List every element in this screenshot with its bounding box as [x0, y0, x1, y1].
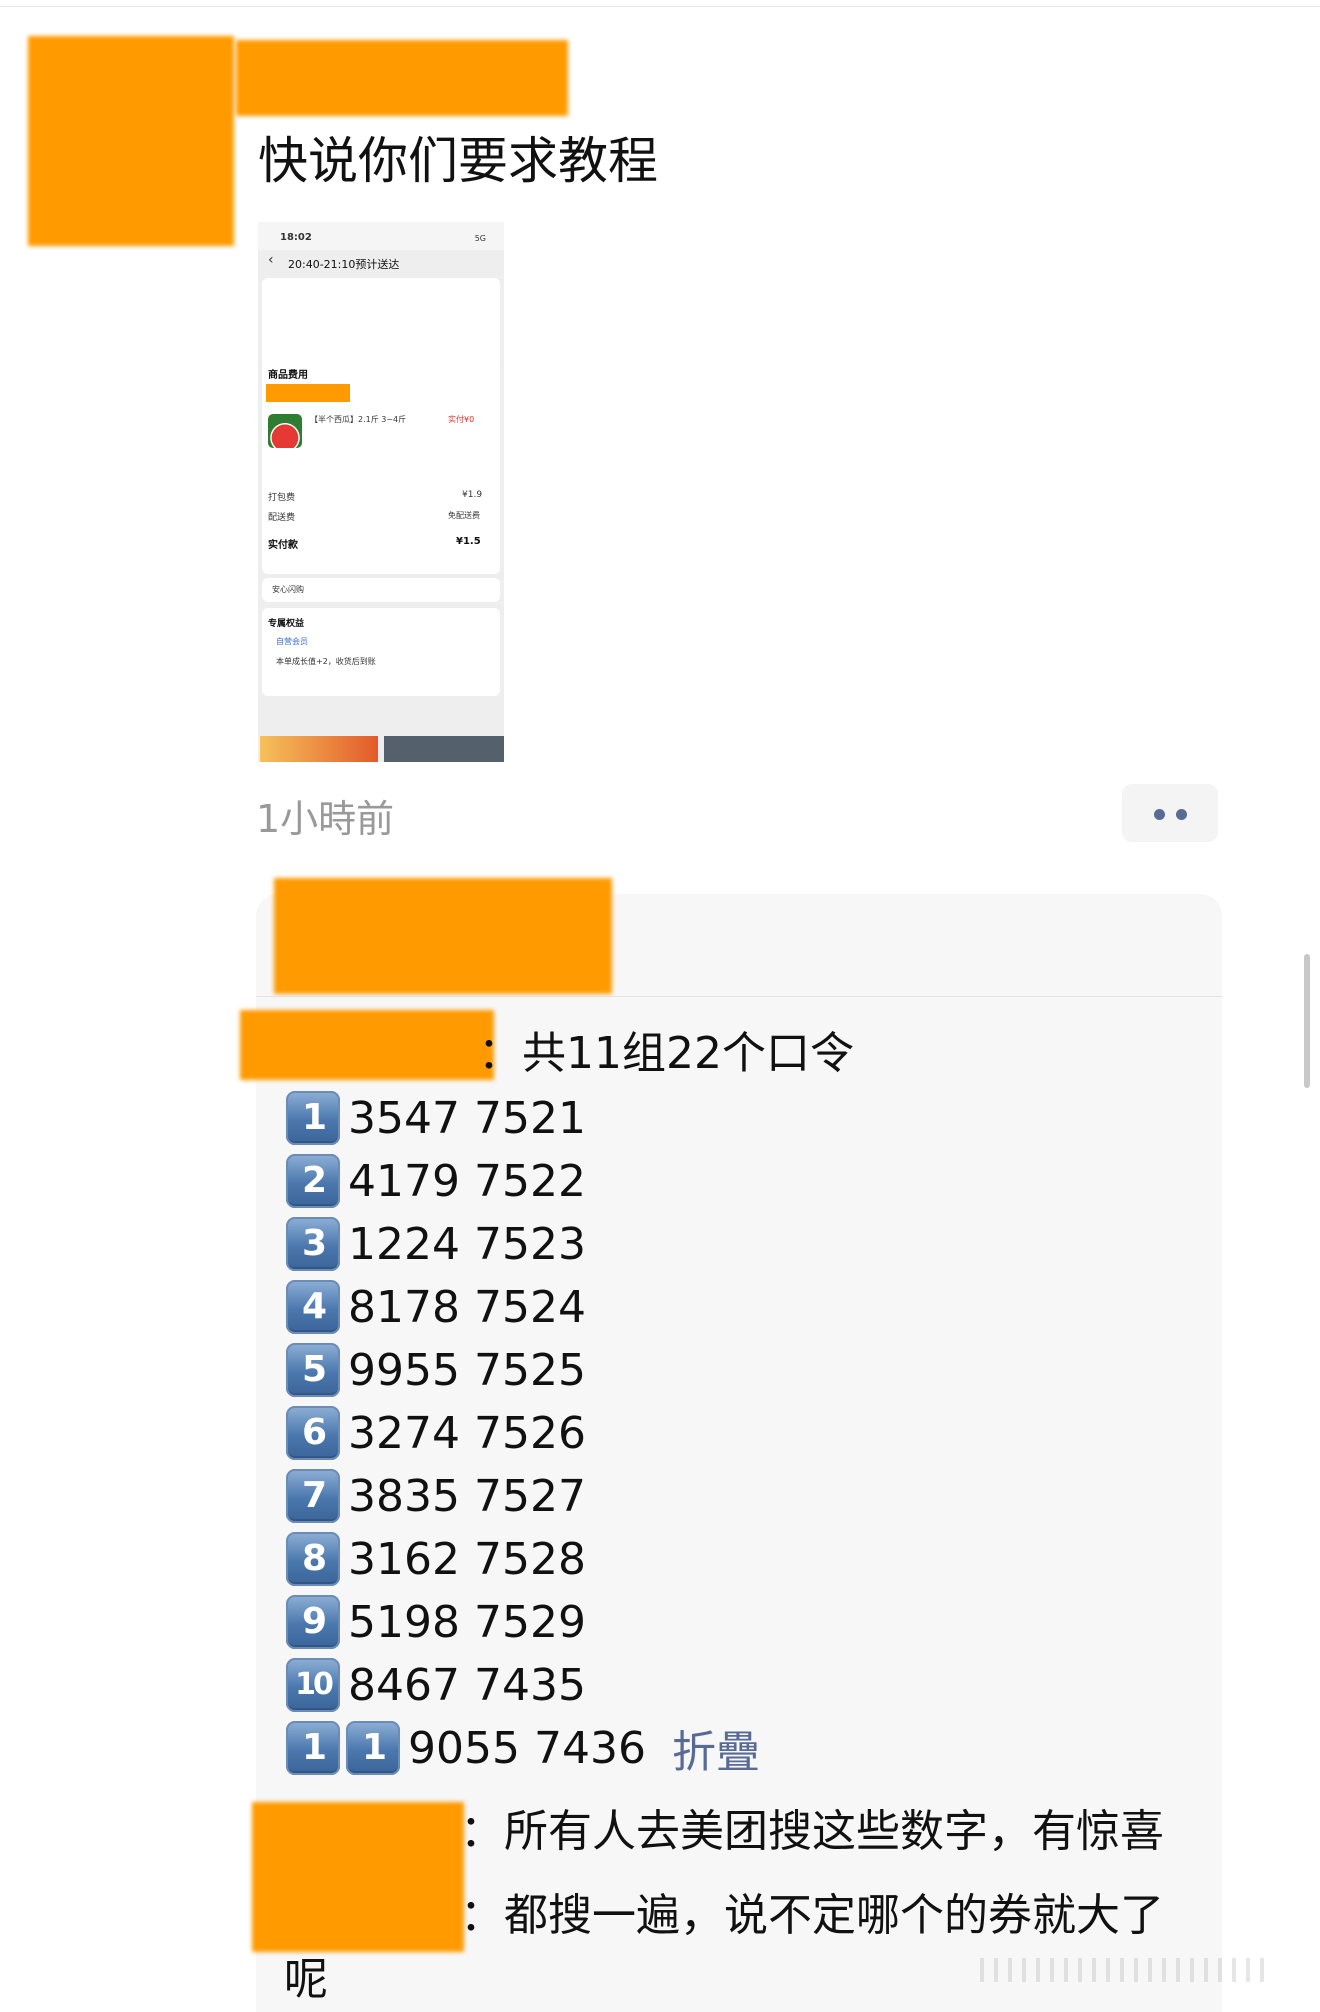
code-row: 4 8178 7524 [286, 1278, 586, 1336]
number-keycap-icon: 6 [286, 1406, 340, 1460]
benefit-member: 自营会员 [276, 637, 308, 646]
code-number[interactable]: 3547 7521 [348, 1093, 586, 1144]
code-number[interactable]: 8467 7435 [348, 1660, 586, 1711]
item-qty: 实付¥0 [448, 415, 475, 424]
packing-fee: ¥1.9 [462, 490, 483, 500]
code-row: 5 9955 7525 [286, 1341, 586, 1399]
paid-value: ¥1.5 [456, 536, 481, 547]
recipient-label: 商品费用 [268, 370, 308, 381]
number-keycap-icon: 5 [286, 1343, 340, 1397]
number-keycap-icon: 1 [346, 1721, 400, 1775]
delivery-fee: 免配送费 [448, 511, 480, 520]
number-keycap-icon: 8 [286, 1532, 340, 1586]
number-keycap-icon: 10 [286, 1658, 340, 1712]
more-dot-icon [1154, 809, 1165, 820]
comment-divider [256, 996, 1222, 997]
code-row: 6 3274 7526 [286, 1404, 586, 1462]
code-number[interactable]: 3274 7526 [348, 1408, 586, 1459]
safe-label: 安心闪购 [272, 585, 304, 594]
avatar-redaction [28, 36, 234, 246]
packing-fee-label: 打包费 [268, 493, 296, 503]
delivery-fee-label: 配送费 [268, 513, 296, 523]
commenter-redaction [240, 1010, 494, 1080]
code-number[interactable]: 9055 7436 [408, 1723, 646, 1774]
code-row: 9 5198 7529 [286, 1593, 586, 1651]
delivery-window: 20:40-21:10预计送达 [288, 258, 400, 271]
benefit-text: 本单成长值+2，收货后到账 [276, 657, 376, 666]
comment-intro: ：共11组22个口令 [478, 1028, 854, 1079]
code-number[interactable]: 1224 7523 [348, 1219, 586, 1270]
number-keycap-icon: 9 [286, 1595, 340, 1649]
status-time: 18:02 [280, 232, 312, 243]
code-number[interactable]: 8178 7524 [348, 1282, 586, 1333]
scrollbar[interactable] [1304, 954, 1310, 1088]
comment-line-2: ：都搜一遍，说不定哪个的券就大了 [460, 1890, 1164, 1941]
number-keycap-icon: 2 [286, 1154, 340, 1208]
likes-redaction [274, 878, 612, 994]
code-row: 7 3835 7527 [286, 1467, 586, 1525]
code-row: 1 3547 7521 [286, 1089, 586, 1147]
top-divider [0, 6, 1320, 7]
number-keycap-icon: 1 [286, 1091, 340, 1145]
status-signal: 5G [474, 234, 486, 243]
promo-banner-left [260, 736, 378, 762]
code-row: 8 3162 7528 [286, 1530, 586, 1588]
number-keycap-icon: 1 [286, 1721, 340, 1775]
comment-line-1: ：所有人去美团搜这些数字，有惊喜 [460, 1806, 1164, 1857]
more-actions-button[interactable] [1122, 784, 1218, 842]
code-row: 2 4179 7522 [286, 1152, 586, 1210]
safe-card: 安心闪购 [262, 578, 500, 602]
number-keycap-icon: 7 [286, 1469, 340, 1523]
commenter-redaction [252, 1802, 464, 1952]
post-image-thumbnail[interactable]: 18:02 5G ‹ 20:40-21:10预计送达 商品费用 【半个西瓜】2.… [258, 222, 504, 762]
paid-label: 实付款 [268, 540, 298, 551]
watermark-image [980, 1958, 1270, 1982]
back-icon: ‹ [268, 252, 274, 268]
watermelon-image [268, 414, 302, 448]
code-number[interactable]: 3162 7528 [348, 1534, 586, 1585]
store-name-redaction [266, 384, 350, 402]
post-text: 快说你们要求教程 [258, 132, 658, 190]
address-card [262, 278, 500, 368]
benefit-card: 专属权益 自营会员 本单成长值+2，收货后到账 [262, 608, 500, 696]
code-row: 10 8467 7435 [286, 1656, 586, 1714]
number-keycap-icon: 4 [286, 1280, 340, 1334]
order-card: 商品费用 【半个西瓜】2.1斤 3~4斤 实付¥0 打包费 ¥1.9 配送费 免… [262, 360, 500, 574]
more-dot-icon [1176, 809, 1187, 820]
code-number[interactable]: 5198 7529 [348, 1597, 586, 1648]
code-row: 3 1224 7523 [286, 1215, 586, 1273]
code-row: 1 1 9055 7436 折疊 [286, 1716, 760, 1780]
code-number[interactable]: 9955 7525 [348, 1345, 586, 1396]
post-time: 1小時前 [256, 797, 395, 841]
benefit-label: 专属权益 [268, 619, 305, 629]
fold-link[interactable]: 折疊 [672, 1716, 760, 1780]
username-redaction [236, 40, 568, 116]
item-title: 【半个西瓜】2.1斤 3~4斤 [310, 415, 407, 424]
status-bar: 18:02 5G [258, 222, 504, 250]
code-number[interactable]: 3835 7527 [348, 1471, 586, 1522]
comment-line-3: 呢 [284, 1954, 328, 2005]
promo-banner-right [384, 736, 504, 762]
number-keycap-icon: 3 [286, 1217, 340, 1271]
code-number[interactable]: 4179 7522 [348, 1156, 586, 1207]
